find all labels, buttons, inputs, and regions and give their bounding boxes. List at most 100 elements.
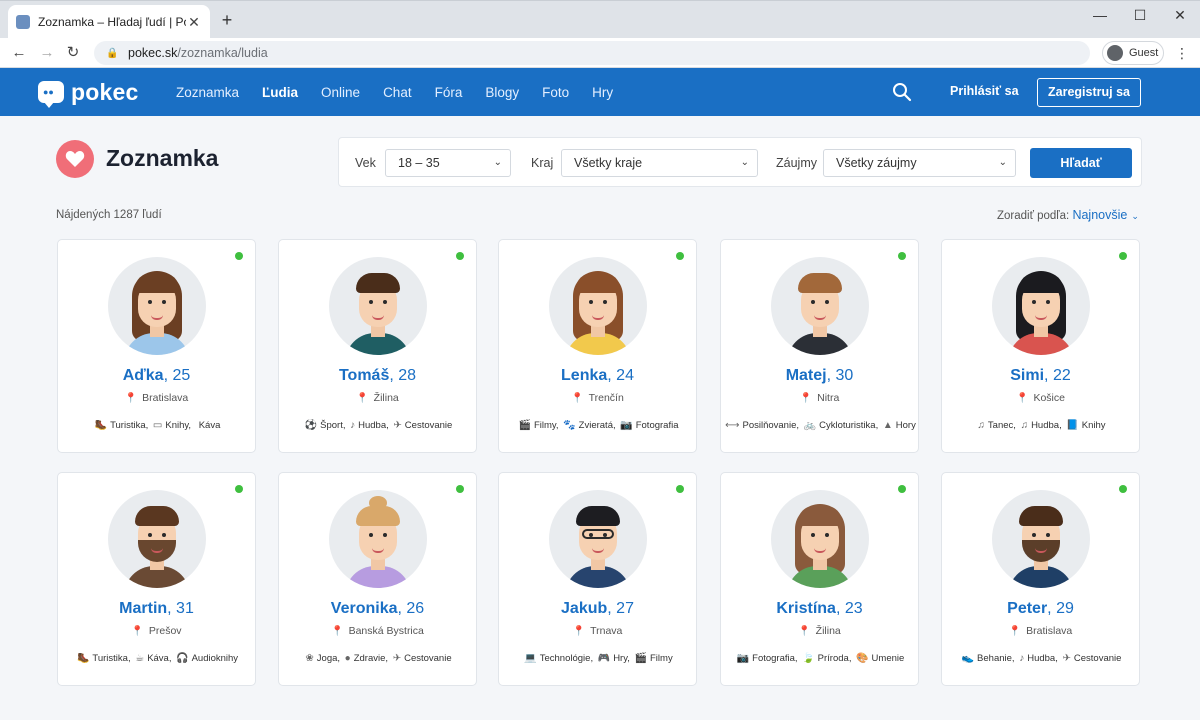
forward-icon[interactable]: → xyxy=(36,42,58,64)
interest-tag: Hudba xyxy=(1027,653,1056,664)
interest-tags: ⟷ Posilňovanie, 🚲 Cykloturistika, ▲ Hory xyxy=(725,420,916,431)
url-field[interactable]: 🔒 pokec.sk/zoznamka/ludia xyxy=(94,41,1090,65)
nav-link[interactable]: Hry xyxy=(592,85,613,100)
city: Nitra xyxy=(817,392,840,404)
back-icon[interactable]: ← xyxy=(8,42,30,64)
register-button[interactable]: Zaregistruj sa xyxy=(1037,78,1141,107)
hiking-icon: 🥾 xyxy=(76,653,90,664)
person-name: Matej xyxy=(785,367,827,384)
interest-tag: Knihy xyxy=(165,420,189,431)
profile-name[interactable]: Jakub, 27 xyxy=(499,600,696,618)
profile-card[interactable]: Peter, 29 📍 Bratislava 👟 Behanie, ♪ Hudba, ✈ C… xyxy=(941,472,1140,686)
nav-link[interactable]: Ľudia xyxy=(262,85,298,100)
interest-tags: ❀ Joga, ● Zdravie, ✈ Cestovanie xyxy=(305,653,452,664)
profile-name[interactable]: Kristína, 23 xyxy=(721,600,918,618)
search-icon[interactable] xyxy=(892,82,912,102)
interest-tag: Hudba xyxy=(1031,420,1060,431)
lotus-icon: ❀ xyxy=(305,653,314,664)
nav-link[interactable]: Zoznamka xyxy=(176,85,239,100)
city: Košice xyxy=(1033,392,1065,404)
interest-tag: Tanec xyxy=(987,420,1014,431)
profile-name[interactable]: Martin, 31 xyxy=(58,600,255,618)
search-button[interactable]: Hľadať xyxy=(1030,148,1132,178)
plane-icon: ✈ xyxy=(392,653,402,664)
interest-tag: Audioknihy xyxy=(191,653,239,664)
interest-tag: Filmy xyxy=(533,420,556,431)
sort-control[interactable]: Zoradiť podľa: Najnovšie ⌄ xyxy=(997,208,1139,222)
profile-name[interactable]: Matej, 30 xyxy=(721,367,918,385)
region-select[interactable]: Všetky kraje ⌄ xyxy=(561,149,758,177)
profile-name[interactable]: Simi, 22 xyxy=(942,367,1139,385)
nav-link[interactable]: Fóra xyxy=(435,85,463,100)
profile-name[interactable]: Veronika, 26 xyxy=(279,600,476,618)
avatar xyxy=(329,257,427,355)
location-pin-icon: 📍 xyxy=(331,626,344,637)
profile-card[interactable]: Aďka, 25 📍 Bratislava 🥾 Turistika, ▭ Knihy, K… xyxy=(57,239,256,453)
profile-name[interactable]: Aďka, 25 xyxy=(58,367,255,385)
city: Žilina xyxy=(815,625,841,637)
interest-tag: Fotografia xyxy=(752,653,795,664)
close-window-icon[interactable]: ✕ xyxy=(1160,1,1200,31)
interest-select[interactable]: Všetky záujmy ⌄ xyxy=(823,149,1016,177)
person-age: 28 xyxy=(398,367,417,384)
age-select[interactable]: 18 – 35 ⌄ xyxy=(385,149,511,177)
interest-tag: Umenie xyxy=(871,653,905,664)
close-tab-icon[interactable]: ✕ xyxy=(186,14,202,31)
bike-icon: 🚲 xyxy=(803,420,817,431)
profile-card[interactable]: Jakub, 27 📍 Trnava 💻 Technológie, 🎮 Hry, 🎬 Fil… xyxy=(498,472,697,686)
online-indicator xyxy=(456,252,464,260)
location-pin-icon: 📍 xyxy=(571,393,584,404)
online-indicator xyxy=(456,485,464,493)
profile-card[interactable]: Veronika, 26 📍 Banská Bystrica ❀ Joga, ● Zdra… xyxy=(278,472,477,686)
browser-tab[interactable]: Zoznamka – Hľadaj ľudí | Pokec.sk ✕ xyxy=(8,5,210,39)
profile-card[interactable]: Kristína, 23 📍 Žilina 📷 Fotografia, 🍃 Príroda… xyxy=(720,472,919,686)
location-pin-icon: 📍 xyxy=(798,626,811,637)
interest-tag: Cestovanie xyxy=(1073,653,1122,664)
profile-card[interactable]: Simi, 22 📍 Košice ♫ Tanec, ♫ Hudba, 📘 Knihy xyxy=(941,239,1140,453)
location-pin-icon: 📍 xyxy=(356,393,369,404)
nav-link[interactable]: Foto xyxy=(542,85,569,100)
profile-card[interactable]: Martin, 31 📍 Prešov 🥾 Turistika, ☕ Káva, 🎧 Aud… xyxy=(57,472,256,686)
person-name: Veronika xyxy=(330,600,398,617)
music-icon: ♫ xyxy=(1020,420,1029,431)
nav-link[interactable]: Chat xyxy=(383,85,412,100)
heart-icon xyxy=(56,140,94,178)
sort-label: Zoradiť podľa: xyxy=(997,210,1070,222)
nav-link[interactable]: Online xyxy=(321,85,360,100)
filter-bar: Vek 18 – 35 ⌄ Kraj Všetky kraje ⌄ Záujmy… xyxy=(338,137,1142,187)
nav-link[interactable]: Blogy xyxy=(485,85,519,100)
leaf-icon: 🍃 xyxy=(802,653,815,664)
interest-tag: Hudba xyxy=(358,420,387,431)
profile-name[interactable]: Tomáš, 28 xyxy=(279,367,476,385)
maximize-icon[interactable]: ☐ xyxy=(1120,1,1160,31)
tab-title: Zoznamka – Hľadaj ľudí | Pokec.sk xyxy=(38,15,186,29)
profile-location: 📍 Trnava xyxy=(499,625,696,637)
minimize-icon[interactable]: — xyxy=(1080,1,1120,31)
city: Žilina xyxy=(373,392,399,404)
person-age: 22 xyxy=(1052,367,1071,384)
new-tab-button[interactable]: + xyxy=(216,9,238,31)
person-name: Martin xyxy=(119,600,168,617)
chat-bubble-icon: ●● xyxy=(38,81,64,108)
login-link[interactable]: Prihlásiť sa xyxy=(950,84,1019,98)
profile-button[interactable]: Guest xyxy=(1102,41,1164,65)
avatar xyxy=(771,257,869,355)
palette-icon: 🎨 xyxy=(856,653,869,664)
page-title: Zoznamka xyxy=(106,145,219,171)
profile-name[interactable]: Lenka, 24 xyxy=(499,367,696,385)
site-logo[interactable]: ●● pokec xyxy=(38,78,138,108)
profile-card[interactable]: Matej, 30 📍 Nitra ⟷ Posilňovanie, 🚲 Cykloturi… xyxy=(720,239,919,453)
online-indicator xyxy=(676,485,684,493)
browser-menu-icon[interactable]: ⋮ xyxy=(1174,42,1190,64)
book-icon: ▭ xyxy=(152,420,163,431)
profile-card[interactable]: Lenka, 24 📍 Trenčín 🎬 Filmy, 🐾 Zvieratá, 📷 Fot… xyxy=(498,239,697,453)
reload-icon[interactable]: ↻ xyxy=(62,42,84,64)
interest-tag: Zvieratá xyxy=(578,420,613,431)
profile-name[interactable]: Peter, 29 xyxy=(942,600,1139,618)
profile-card[interactable]: Tomáš, 28 📍 Žilina ⚽ Šport, ♪ Hudba, ✈ Cestova… xyxy=(278,239,477,453)
avatar xyxy=(108,490,206,588)
interest-tag: Zdravie xyxy=(353,653,386,664)
profile-location: 📍 Bratislava xyxy=(58,392,255,404)
sort-value: Najnovšie xyxy=(1072,208,1128,222)
interest-tag: Hry xyxy=(613,653,628,664)
